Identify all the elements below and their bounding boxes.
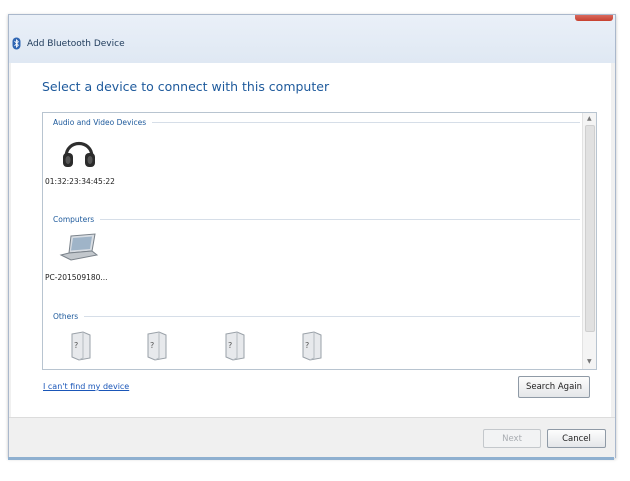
device-item-headphones[interactable]: 01:32:23:34:45:22 [45,133,125,193]
svg-text:?: ? [228,341,232,350]
close-button[interactable] [575,15,613,21]
device-item-computer[interactable]: PC-201509180... [45,231,125,291]
group-divider [100,218,580,220]
unknown-device-icon: ? [71,331,91,361]
main-panel: Select a device to connect with this com… [11,63,611,417]
scroll-up-icon[interactable]: ▲ [587,116,592,122]
device-item-unknown[interactable]: ? [223,331,253,363]
scroll-down-icon[interactable]: ▼ [587,359,592,365]
group-divider [152,121,580,123]
window-border-accent [8,457,614,460]
search-again-button[interactable]: Search Again [518,376,590,398]
svg-text:?: ? [150,341,154,350]
device-list[interactable]: Audio and Video Devices 01:32:23:34:45:2… [42,112,597,370]
device-name: 01:32:23:34:45:22 [45,177,115,186]
device-item-unknown[interactable]: ? [300,331,330,363]
device-item-unknown[interactable]: ? [145,331,175,363]
group-header-computers: Computers [53,213,580,225]
next-button[interactable]: Next [483,429,541,448]
unknown-device-icon: ? [225,331,245,361]
laptop-icon [59,233,99,261]
group-label: Audio and Video Devices [53,117,147,127]
window-title: Add Bluetooth Device [27,39,125,49]
device-item-unknown[interactable]: ? [69,331,99,363]
svg-text:?: ? [74,341,78,350]
headphones-icon [63,141,95,167]
unknown-device-icon: ? [302,331,322,361]
device-name: PC-201509180... [45,273,108,282]
cant-find-device-link[interactable]: I can't find my device [43,382,129,391]
title-bar: Add Bluetooth Device [9,15,615,63]
group-header-others: Others [53,310,580,322]
group-label: Others [53,311,79,321]
dialog-footer: Next Cancel [9,417,615,458]
group-header-audio-video: Audio and Video Devices [53,116,580,128]
group-divider [84,315,580,317]
group-label: Computers [53,214,95,224]
scrollbar-thumb[interactable] [585,125,595,332]
unknown-device-icon: ? [147,331,167,361]
dialog-window: Add Bluetooth Device Select a device to … [8,14,616,458]
cancel-button[interactable]: Cancel [547,429,606,448]
page-heading: Select a device to connect with this com… [42,79,330,94]
bluetooth-icon [12,37,21,50]
vertical-scrollbar[interactable]: ▲ ▼ [582,113,596,369]
svg-text:?: ? [305,341,309,350]
